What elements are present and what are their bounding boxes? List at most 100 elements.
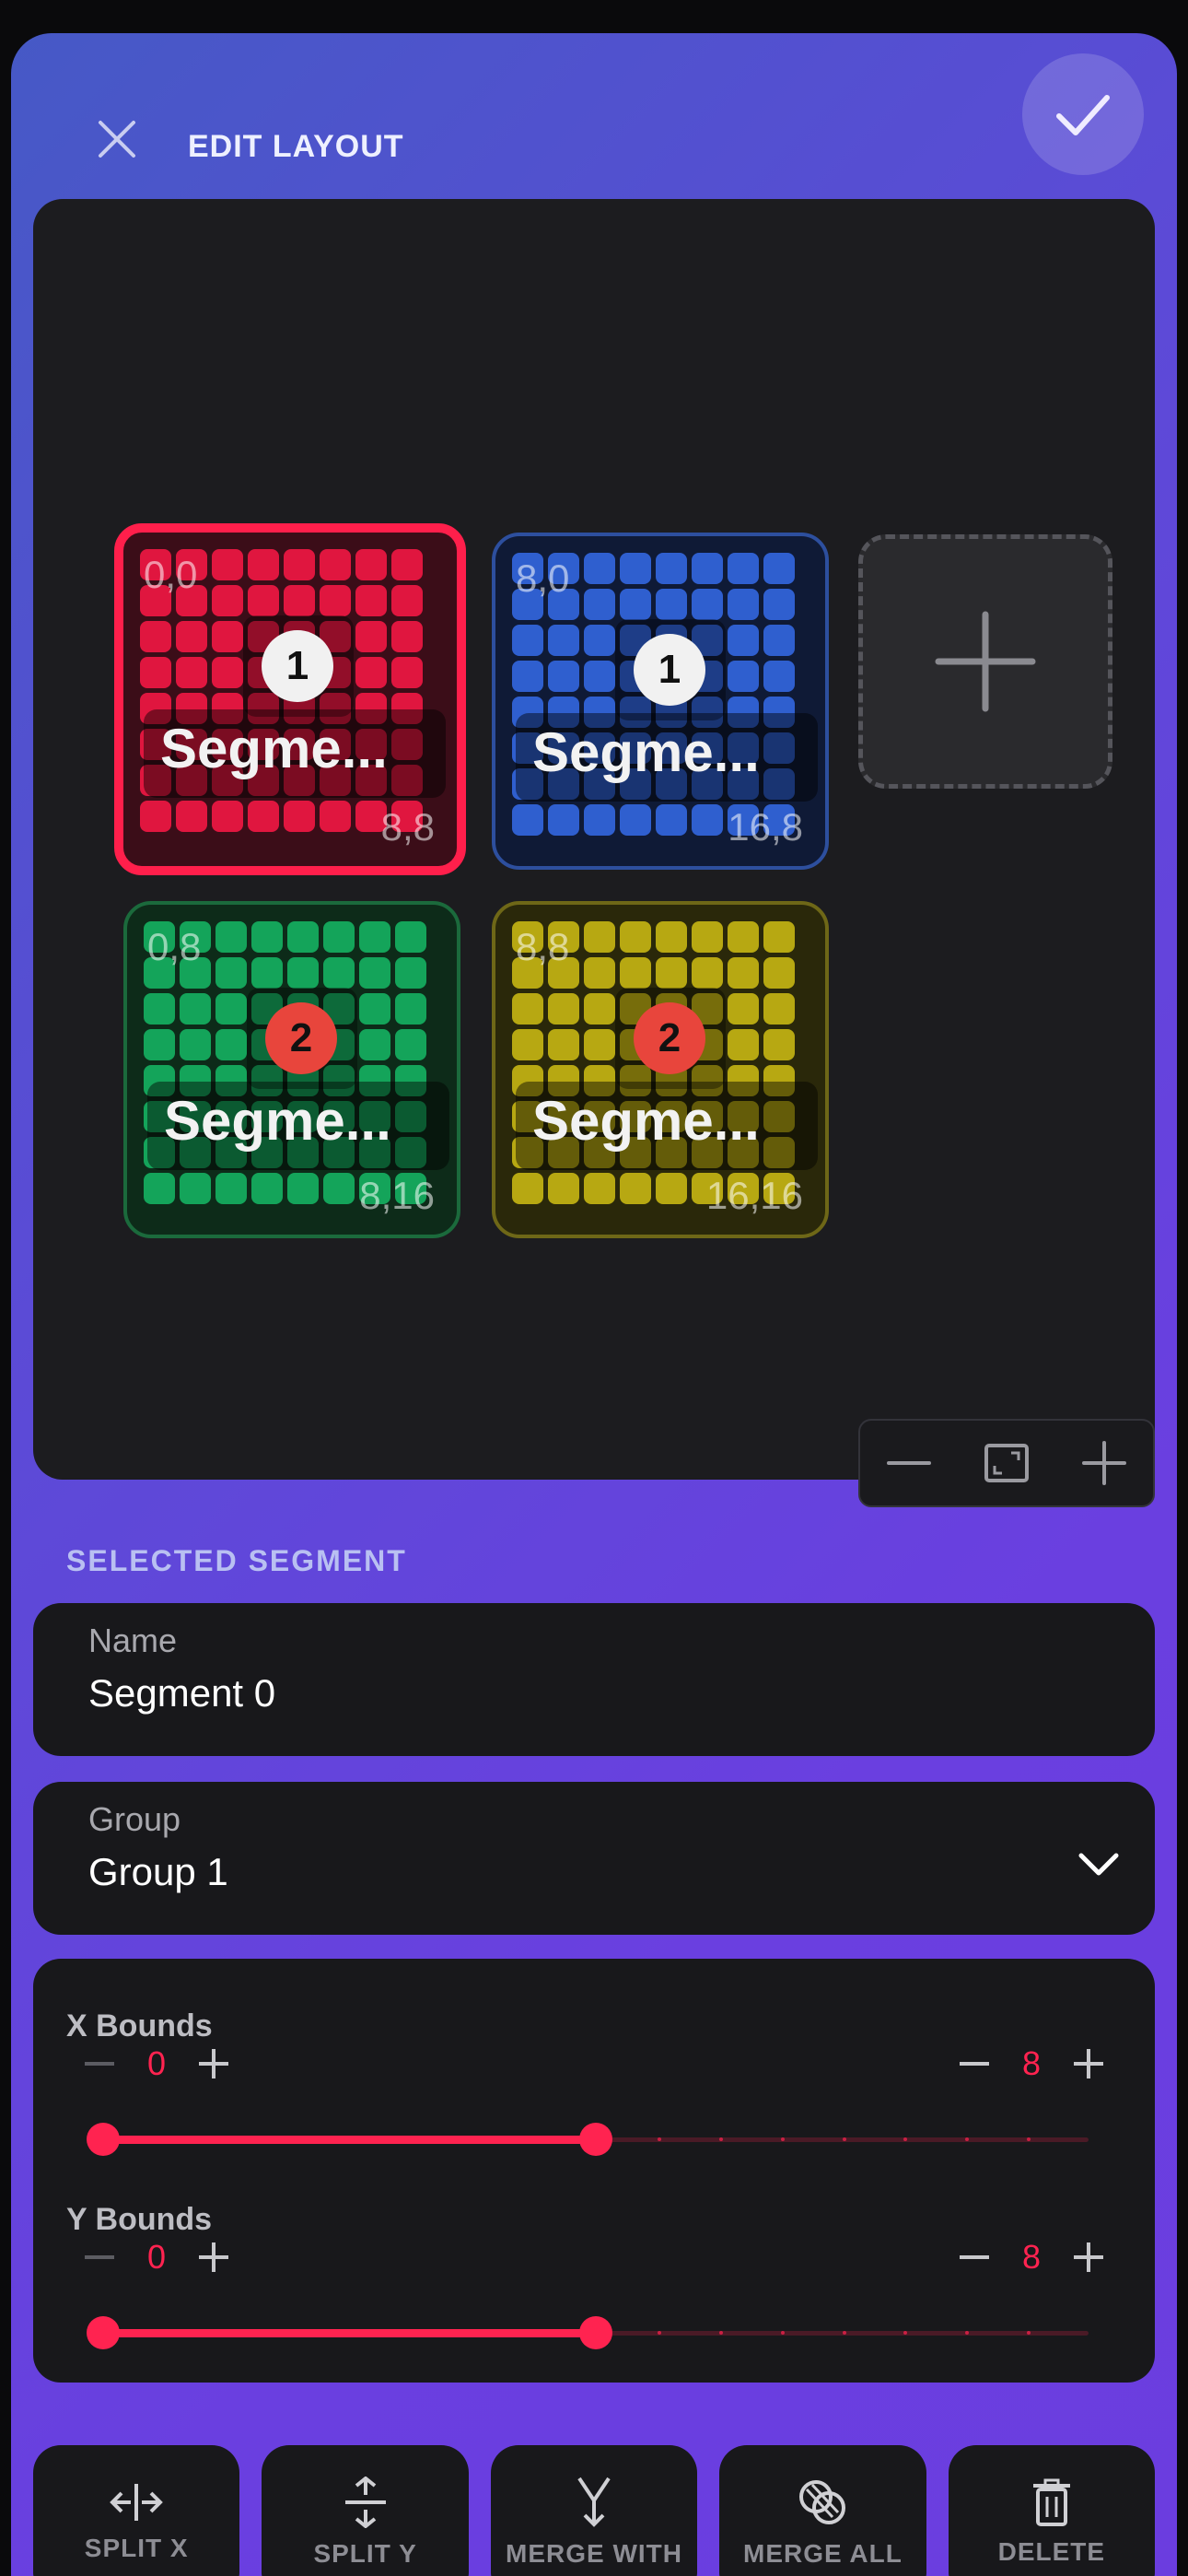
split-x-icon [110,2484,164,2521]
name-field[interactable]: Name Segment 0 [33,1603,1155,1756]
confirm-button[interactable] [1022,53,1144,175]
slider-tick [657,2137,661,2141]
segment-tile[interactable]: 8,8 16,16 2 Segme... [492,901,829,1238]
led-pixel [584,957,615,989]
close-button[interactable] [76,98,158,181]
name-value[interactable]: Segment 0 [88,1671,275,1715]
minus-icon [960,2255,989,2259]
led-pixel [212,657,243,688]
led-pixel [391,657,423,688]
led-pixel [584,804,615,836]
minus-icon [887,1461,931,1465]
minus-icon [85,2255,114,2259]
fit-screen-button[interactable] [965,1422,1048,1505]
led-pixel [180,1029,211,1060]
led-pixel [512,993,543,1025]
split-y-button[interactable]: SPLIT Y [262,2445,469,2576]
page-title: EDIT LAYOUT [188,129,404,164]
led-pixel [728,921,759,953]
split-x-button[interactable]: SPLIT X [33,2445,240,2576]
x-max-increment[interactable] [1068,2043,1109,2084]
x-min-value: 0 [146,2044,167,2082]
led-pixel [144,993,175,1025]
segment-tile[interactable]: 8,0 16,8 1 Segme... [492,533,829,870]
led-pixel [548,1173,579,1204]
slider-max-handle[interactable] [579,2123,612,2156]
layout-canvas[interactable]: 0,0 8,8 1 Segme... 8,0 16,8 1 Segme... 0… [33,199,1155,1507]
segment-name: Segme... [532,1090,760,1152]
slider-tick [842,2331,846,2335]
led-pixel [620,553,651,584]
x-max-decrement[interactable] [954,2043,995,2084]
action-label: MERGE WITH [506,2539,683,2568]
plus-icon [1074,2049,1103,2078]
led-pixel [215,957,247,989]
zoom-in-button[interactable] [1063,1422,1146,1505]
slider-tick [657,2331,661,2335]
led-pixel [692,957,723,989]
segment-tile[interactable]: 0,0 8,8 1 Segme... [114,523,466,875]
slider-min-handle[interactable] [87,2123,120,2156]
slider-fill [103,2136,596,2144]
slider-max-handle[interactable] [579,2316,612,2349]
led-pixel [584,1173,615,1204]
led-pixel [395,993,426,1025]
group-value: Group 1 [88,1850,228,1893]
delete-button[interactable]: DELETE [948,2445,1156,2576]
merge-all-icon [799,2480,846,2524]
slider-min-handle[interactable] [87,2316,120,2349]
led-pixel [391,621,423,652]
x-min-increment[interactable] [193,2043,234,2084]
y-max-increment[interactable] [1068,2237,1109,2277]
led-pixel [584,993,615,1025]
zoom-out-button[interactable] [868,1422,950,1505]
led-pixel [512,661,543,692]
led-pixel [763,957,795,989]
segment-start-coord: 8,0 [516,556,570,600]
y-max-decrement[interactable] [954,2237,995,2277]
group-select[interactable]: Group Group 1 [33,1782,1155,1935]
segment-start-coord: 8,8 [516,925,570,968]
x-bounds-slider[interactable] [87,2121,1089,2158]
led-pixel [395,921,426,953]
segment-start-coord: 0,0 [144,553,198,596]
led-pixel [548,661,579,692]
led-pixel [763,625,795,656]
merge-with-button[interactable]: MERGE WITH [490,2445,698,2576]
led-pixel [144,1173,175,1204]
y-max-value: 8 [1021,2238,1042,2276]
led-pixel [212,621,243,652]
led-pixel [548,993,579,1025]
chevron-down-icon [1078,1853,1119,1876]
led-pixel [728,661,759,692]
y-min-stepper: 0 [79,2237,234,2277]
led-pixel [212,585,243,616]
y-max-stepper: 8 [954,2237,1109,2277]
led-pixel [763,921,795,953]
led-pixel [692,921,723,953]
x-min-decrement[interactable] [79,2043,120,2084]
led-pixel [584,1029,615,1060]
y-min-decrement[interactable] [79,2237,120,2277]
add-segment-button[interactable] [858,534,1112,789]
y-min-increment[interactable] [193,2237,234,2277]
led-pixel [391,549,423,580]
led-pixel [728,553,759,584]
group-badge: 2 [265,1002,337,1074]
led-pixel [692,589,723,620]
led-pixel [728,993,759,1025]
merge-all-button[interactable]: MERGE ALL [719,2445,926,2576]
led-pixel [692,553,723,584]
led-pixel [287,921,319,953]
led-pixel [359,1029,390,1060]
led-pixel [176,657,207,688]
y-bounds-slider[interactable] [87,2314,1089,2351]
segment-tile[interactable]: 0,8 8,16 2 Segme... [123,901,460,1238]
group-badge: 1 [634,634,705,706]
zoom-controls [858,1419,1155,1507]
segment-name: Segme... [160,718,388,779]
led-pixel [180,993,211,1025]
led-pixel [144,1029,175,1060]
led-pixel [140,657,171,688]
segment-name: Segme... [164,1090,391,1152]
